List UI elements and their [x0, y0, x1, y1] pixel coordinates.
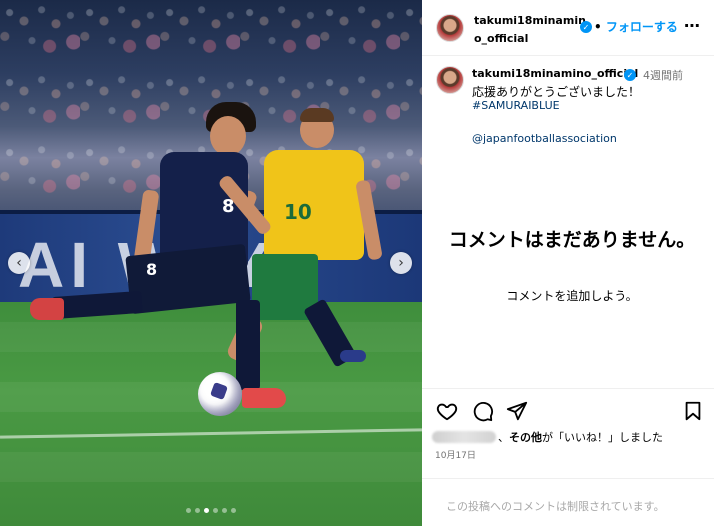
no-comments-subtitle: コメントを追加しよう。 [506, 289, 638, 303]
carousel-dot [186, 508, 191, 513]
carousel-indicator [186, 508, 236, 513]
soccer-ball [198, 372, 242, 416]
caption-time-ago[interactable]: 4週間前 [643, 67, 683, 83]
carousel-dot [231, 508, 236, 513]
caption-verified-badge-icon: ✓ [624, 69, 636, 81]
actions-divider [422, 388, 714, 389]
carousel-dot [213, 508, 218, 513]
heart-icon[interactable] [436, 400, 458, 422]
share-icon[interactable] [506, 400, 528, 422]
bookmark-icon[interactable] [682, 400, 704, 422]
next-arrow-icon[interactable]: › [390, 252, 412, 274]
caption-hashtag[interactable]: #SAMURAIBLUE [472, 99, 560, 112]
comment-icon[interactable] [472, 400, 494, 422]
post-date[interactable]: 10月17日 [435, 448, 476, 461]
caption-username[interactable]: takumi18minamino_official [472, 67, 638, 80]
footer-divider [422, 478, 714, 479]
likes-summary[interactable]: 、その他が「いいね！」しました [498, 429, 663, 445]
carousel-dot [195, 508, 200, 513]
verified-badge-icon: ✓ [580, 21, 592, 33]
post-photo[interactable]: AI WAY 10 8 8 ‹ › [0, 0, 422, 526]
previous-arrow-icon[interactable]: ‹ [8, 252, 30, 274]
caption-avatar[interactable] [436, 66, 464, 94]
post-side-panel: takumi18minamin o_official ✓ • フォローする ⋯ … [422, 0, 714, 526]
more-options-icon[interactable]: ⋯ [684, 16, 701, 35]
liker-username-blurred[interactable] [432, 431, 496, 443]
follow-button[interactable]: • フォローする [594, 18, 678, 35]
header-divider [422, 55, 714, 56]
carousel-dot-active [204, 508, 209, 513]
caption-mention[interactable]: @japanfootballassociation [472, 132, 617, 145]
no-comments-title: コメントはまだありません。 [448, 229, 696, 251]
header-avatar[interactable] [436, 14, 464, 42]
carousel-dot [222, 508, 227, 513]
comments-restricted-notice: この投稿へのコメントは制限されています。 [446, 500, 665, 513]
